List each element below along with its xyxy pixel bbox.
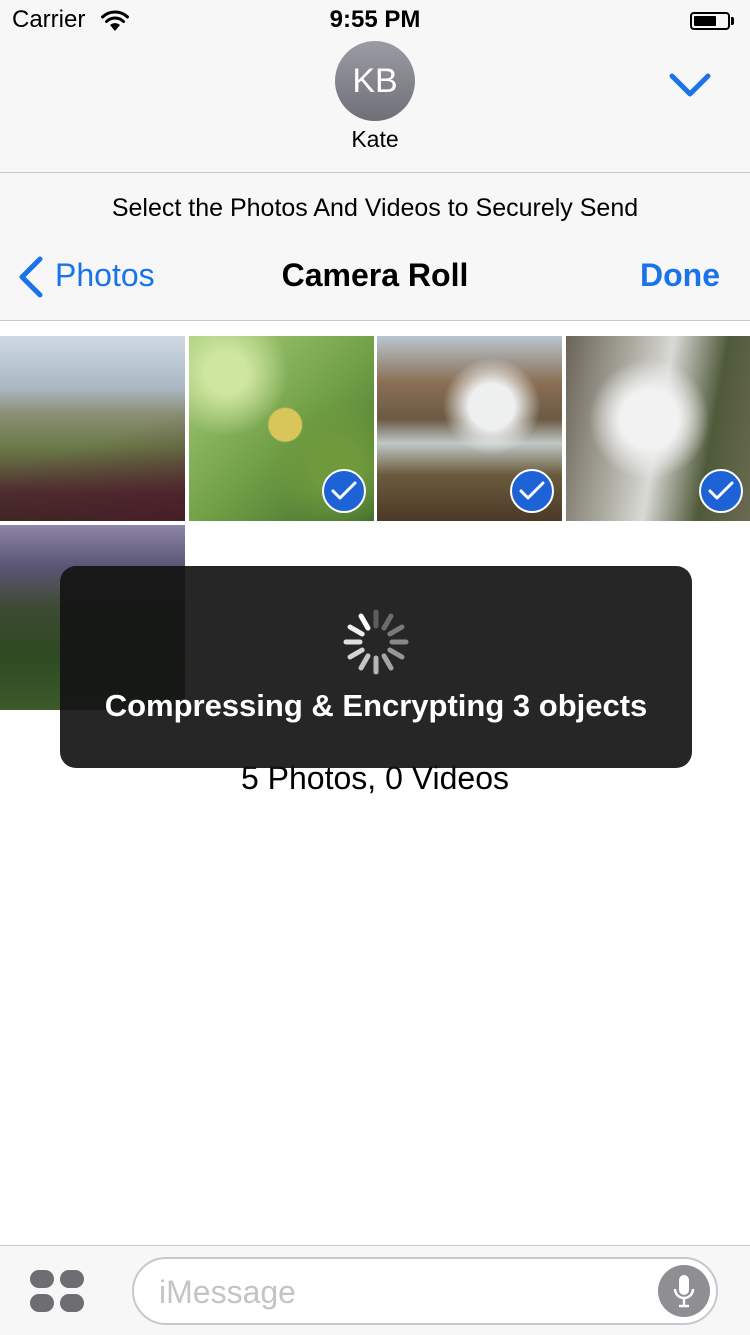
- selected-check-badge: [510, 469, 554, 513]
- spinner-spoke: [347, 624, 365, 637]
- picker-prompt: Select the Photos And Videos to Securely…: [111, 194, 639, 222]
- selected-check-badge: [699, 469, 743, 513]
- status-time: 9:55 PM: [329, 6, 421, 33]
- avatar-initials: KB: [352, 61, 398, 100]
- photo-thumbnail[interactable]: [566, 336, 750, 521]
- spinner-spoke: [358, 613, 371, 631]
- checkmark-icon: [331, 481, 357, 500]
- spinner-spoke: [347, 647, 365, 660]
- hud-message: Compressing & Encrypting 3 objects: [104, 688, 648, 723]
- checkmark-icon: [708, 481, 734, 500]
- picker-header: Select the Photos And Videos to Securely…: [0, 173, 750, 321]
- photo-thumbnail[interactable]: [0, 336, 185, 521]
- checkmark-icon: [519, 481, 545, 500]
- photo-thumbnail[interactable]: [189, 336, 374, 521]
- microphone-icon: [673, 1275, 695, 1308]
- selected-check-badge: [322, 469, 366, 513]
- message-input-bar: iMessage: [0, 1245, 750, 1335]
- spinner-spoke: [381, 613, 394, 631]
- message-input[interactable]: iMessage: [132, 1257, 718, 1325]
- contact-avatar[interactable]: KB: [335, 41, 415, 121]
- contact-name[interactable]: Kate: [0, 126, 750, 153]
- spinner-spoke: [381, 653, 394, 671]
- battery-icon: [690, 12, 730, 30]
- battery-tip: [731, 17, 734, 25]
- battery-level: [694, 16, 716, 26]
- message-placeholder: iMessage: [159, 1274, 296, 1310]
- photo-thumbnail[interactable]: [377, 336, 562, 521]
- microphone-button[interactable]: [658, 1265, 710, 1317]
- app-drawer-icon[interactable]: [30, 1270, 84, 1312]
- spinner-spoke: [387, 624, 405, 637]
- chevron-down-icon[interactable]: [668, 70, 712, 100]
- conversation-header: Carrier 9:55 PM KB Kate: [0, 0, 750, 173]
- spinner-spoke: [358, 653, 371, 671]
- spinner-icon: [343, 609, 409, 675]
- spinner-spoke: [387, 647, 405, 660]
- progress-hud: Compressing & Encrypting 3 objects: [60, 566, 692, 768]
- done-button[interactable]: Done: [620, 257, 720, 294]
